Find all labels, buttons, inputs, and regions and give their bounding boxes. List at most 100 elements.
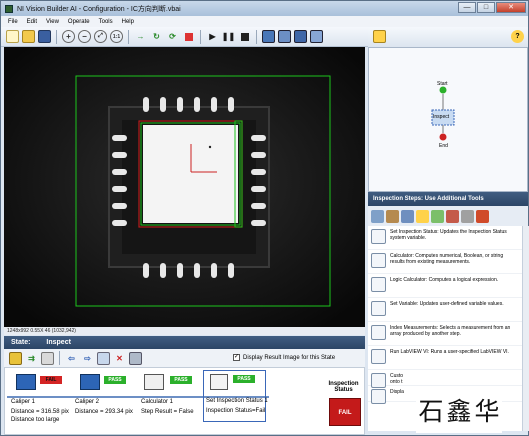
state-steps: FAIL Caliper 1 Distance = 316.58 pix Dis…	[4, 367, 365, 435]
step-name: Calculator 1	[141, 399, 174, 405]
start-node	[439, 86, 447, 94]
diagram-icon[interactable]	[373, 30, 386, 43]
step-value: Inspection Status=Fail	[206, 408, 266, 414]
title-bar: NI Vision Builder AI - Configuration - I…	[1, 1, 528, 16]
new-icon[interactable]	[6, 30, 19, 43]
set-status-icon	[371, 229, 386, 244]
stop-icon[interactable]	[182, 30, 195, 43]
menu-tools[interactable]: Tools	[99, 19, 113, 25]
list-item[interactable]: Run LabVIEW VI: Runs a user-specified La…	[368, 346, 522, 370]
status-badge: PASS	[170, 376, 192, 384]
tools-tab-icon[interactable]	[476, 209, 489, 223]
flow-end-label: End	[439, 143, 448, 149]
status-badge: PASS	[233, 375, 255, 383]
delete-step-icon[interactable]: ✕	[113, 352, 126, 365]
display-result-checkbox[interactable]: ✓	[233, 354, 240, 361]
pause-icon[interactable]: ❚❚	[222, 30, 235, 43]
logo-char: 石	[418, 397, 444, 426]
step-caliper-2[interactable]: PASS Caliper 2 Distance = 293.34 pix	[75, 372, 137, 418]
application-window: NI Vision Builder AI - Configuration - I…	[0, 0, 529, 436]
image-view-icon[interactable]	[129, 351, 142, 365]
move-right-icon[interactable]: ⇨	[81, 352, 94, 365]
locate-tab-icon[interactable]	[401, 209, 414, 223]
move-left-icon[interactable]: ⇦	[65, 352, 78, 365]
run-icon[interactable]: ↻	[150, 30, 163, 43]
menu-bar: File Edit View Operate Tools Help	[1, 16, 528, 27]
custom-icon	[371, 373, 386, 388]
inspection-steps-header: Inspection Steps: Use Additional Tools	[368, 192, 528, 206]
state-bar: State: Inspect	[4, 336, 365, 349]
list-item[interactable]: Logic Calculator: Computes a logical exp…	[368, 274, 522, 298]
view2-icon[interactable]	[278, 30, 291, 43]
inspection-result-badge: FAIL	[329, 398, 361, 426]
zoom-in-icon[interactable]: +	[62, 30, 75, 43]
identify-tab-icon[interactable]	[446, 209, 459, 223]
step-category-tabs	[368, 206, 528, 226]
acquire-tab-icon[interactable]	[371, 209, 384, 223]
step-value: Distance = 293.34 pix	[75, 409, 133, 415]
zoom-fit-icon[interactable]: ⤢	[94, 30, 107, 43]
list-item[interactable]: Index Measurements: Selects a measuremen…	[368, 322, 522, 346]
index-measurements-icon	[371, 325, 386, 340]
save-icon[interactable]	[38, 30, 51, 43]
menu-view[interactable]: View	[46, 19, 59, 25]
app-icon	[5, 4, 13, 13]
status-badge: FAIL	[40, 376, 62, 384]
step-value: Distance = 316.58 pix	[11, 409, 69, 415]
loop-icon[interactable]: ⟳	[166, 30, 179, 43]
view-icon[interactable]	[262, 30, 275, 43]
close-button[interactable]: ✕	[496, 2, 526, 13]
list-item[interactable]: Set Variable: Updates user-defined varia…	[368, 298, 522, 322]
chip-image	[4, 47, 365, 327]
step-name: Caliper 1	[11, 399, 36, 405]
labview-icon	[371, 349, 386, 364]
menu-help[interactable]: Help	[122, 19, 134, 25]
inspection-image[interactable]	[4, 47, 365, 327]
status-badge: PASS	[104, 376, 126, 384]
add-step-icon[interactable]	[9, 351, 22, 365]
caliper-icon	[80, 374, 100, 390]
enhance-tab-icon[interactable]	[386, 209, 399, 223]
menu-edit[interactable]: Edit	[27, 19, 37, 25]
menu-file[interactable]: File	[8, 19, 18, 25]
open-icon[interactable]	[22, 30, 35, 43]
measure-tab-icon[interactable]	[416, 209, 429, 223]
help-icon[interactable]: ?	[511, 30, 524, 43]
maximize-button[interactable]: □	[477, 2, 495, 13]
minimize-button[interactable]: —	[458, 2, 476, 13]
zoom-out-icon[interactable]: −	[78, 30, 91, 43]
check-tab-icon[interactable]	[431, 209, 444, 223]
step-message: Distance too large	[11, 417, 60, 423]
list-item[interactable]: Custo onto t	[368, 370, 522, 388]
list-item[interactable]: Calculator: Computes numerical, Boolean,…	[368, 250, 522, 274]
steps-scrollbar[interactable]	[522, 226, 529, 431]
state-diagram[interactable]: Start Inspect End	[368, 47, 528, 192]
display-icon	[371, 389, 386, 404]
logo-char: 华	[474, 397, 500, 426]
run-pause-icon[interactable]: ▶	[206, 30, 219, 43]
logo-char: 鑫	[446, 397, 472, 426]
step-caliper-1[interactable]: FAIL Caliper 1 Distance = 316.58 pix Dis…	[11, 372, 73, 423]
set-variable-icon	[371, 301, 386, 316]
step-set-inspection-status-1[interactable]: PASS Set Inspection Status 1 Inspection …	[203, 370, 268, 422]
view3-icon[interactable]	[294, 30, 307, 43]
next-step-icon[interactable]: →	[134, 30, 147, 43]
image-coordinates: 1248x992 0.55X 46 (1032,942)	[4, 327, 365, 335]
list-item[interactable]: Set Inspection Status: Updates the Inspe…	[368, 226, 522, 250]
step-properties-icon[interactable]	[97, 351, 110, 365]
flow-toolbar: ?	[368, 27, 528, 47]
add-state-icon[interactable]: ⇉	[25, 352, 38, 365]
state-toolbar: ⇉ ⇦ ⇨ ✕ ✓ Display Result Image for this …	[4, 349, 365, 367]
communicate-tab-icon[interactable]	[461, 209, 474, 223]
inspection-status-label: Inspection Status	[328, 381, 359, 393]
state-name: Inspect	[46, 339, 71, 346]
flow-diagram	[431, 86, 455, 141]
zoom-1to1-icon[interactable]: 1:1	[110, 30, 123, 43]
stop-square-icon[interactable]	[238, 30, 251, 43]
window-title: NI Vision Builder AI - Configuration - I…	[17, 5, 181, 13]
edit-step-icon[interactable]	[41, 351, 54, 365]
step-name: Caliper 2	[75, 399, 100, 405]
step-calculator-1[interactable]: PASS Calculator 1 Step Result = False	[141, 372, 203, 418]
view4-icon[interactable]	[310, 30, 323, 43]
menu-operate[interactable]: Operate	[68, 19, 90, 25]
